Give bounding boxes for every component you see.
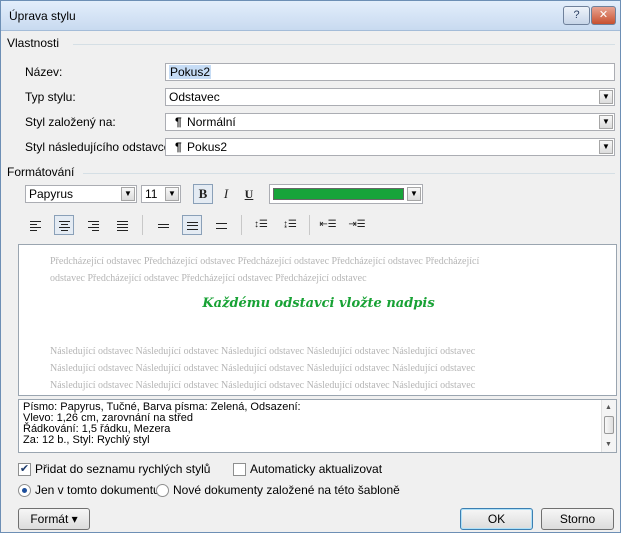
- preview-line: Následující odstavec Následující odstave…: [50, 346, 476, 357]
- align-justify-icon[interactable]: [112, 215, 132, 235]
- scroll-thumb[interactable]: [604, 416, 614, 434]
- preview-line: odstavec Předcházející odstavec Předcház…: [50, 273, 367, 284]
- font-size-value: 11: [145, 187, 158, 201]
- properties-divider: [73, 44, 615, 45]
- add-quick-styles-checkbox[interactable]: ✔: [18, 463, 31, 476]
- paragraph-mark-icon: ¶: [175, 115, 182, 129]
- chevron-down-icon[interactable]: ▼: [165, 187, 179, 201]
- new-documents-radio[interactable]: [156, 484, 169, 497]
- increase-indent-icon[interactable]: ⇥☰: [347, 215, 367, 235]
- style-preview: Předcházející odstavec Předcházející ods…: [18, 244, 617, 396]
- chevron-down-icon[interactable]: ▼: [407, 187, 421, 201]
- toolbar-separator: [309, 215, 310, 235]
- previous-paragraph-preview: Předcházející odstavec Předcházející ods…: [50, 253, 580, 287]
- chevron-down-icon[interactable]: ▼: [121, 187, 135, 201]
- only-this-document-label[interactable]: Jen v tomto dokumentu: [35, 483, 160, 497]
- sample-text: Každému odstavci vložte nadpis: [202, 296, 435, 311]
- font-select[interactable]: Papyrus ▼: [25, 185, 137, 203]
- align-left-icon[interactable]: [25, 215, 45, 235]
- add-quick-styles-label[interactable]: Přidat do seznamu rychlých stylů: [35, 462, 210, 476]
- cancel-button[interactable]: Storno: [541, 508, 614, 530]
- italic-button[interactable]: I: [216, 184, 236, 204]
- space-before-increase-icon[interactable]: ↕☰: [251, 215, 271, 235]
- preview-line: Následující odstavec Následující odstave…: [50, 363, 476, 374]
- preview-line: Předcházející odstavec Předcházející ods…: [50, 256, 480, 267]
- formatting-section-label: Formátování: [7, 165, 75, 179]
- align-center-icon[interactable]: [54, 215, 74, 235]
- spacing-one-half-icon[interactable]: [182, 215, 202, 235]
- check-icon: ✔: [19, 463, 30, 475]
- font-color-select[interactable]: ▼: [269, 184, 423, 204]
- spacing-single-icon[interactable]: [153, 215, 173, 235]
- font-value: Papyrus: [29, 187, 74, 201]
- style-type-label: Typ stylu:: [25, 90, 76, 104]
- align-right-icon[interactable]: [83, 215, 103, 235]
- space-before-decrease-icon[interactable]: ↨☰: [280, 215, 300, 235]
- format-menu-button[interactable]: Formát ▾: [18, 508, 90, 530]
- scroll-down-icon[interactable]: ▼: [605, 439, 612, 450]
- auto-update-checkbox[interactable]: [233, 463, 246, 476]
- auto-update-label[interactable]: Automaticky aktualizovat: [250, 462, 382, 476]
- scroll-up-icon[interactable]: ▲: [605, 402, 612, 413]
- based-on-select[interactable]: ¶ Normální ▼: [165, 113, 615, 131]
- preview-line: Následující odstavec Následující odstave…: [50, 380, 476, 391]
- paragraph-mark-icon: ¶: [175, 140, 182, 154]
- only-this-document-radio[interactable]: [18, 484, 31, 497]
- title-bar: Úprava stylu ? ✕: [1, 1, 620, 31]
- based-on-label: Styl založený na:: [25, 115, 116, 129]
- font-color-swatch: [273, 188, 404, 200]
- close-button[interactable]: ✕: [591, 6, 616, 25]
- dialog-title: Úprava stylu: [9, 9, 76, 23]
- modify-style-dialog: Úprava stylu ? ✕ Vlastnosti Název: Pokus…: [0, 0, 621, 533]
- next-paragraph-preview: Následující odstavec Následující odstave…: [50, 343, 580, 394]
- name-input-value: Pokus2: [169, 65, 212, 79]
- style-type-select[interactable]: Odstavec ▼: [165, 88, 615, 106]
- next-style-value: Pokus2: [187, 140, 228, 154]
- spacing-double-icon[interactable]: [211, 215, 231, 235]
- bold-button[interactable]: B: [193, 184, 213, 204]
- properties-section-label: Vlastnosti: [7, 36, 60, 50]
- description-scrollbar[interactable]: ▲ ▼: [601, 400, 616, 452]
- style-type-value: Odstavec: [169, 90, 220, 104]
- description-line: Za: 12 b., Styl: Rychlý styl: [23, 434, 150, 446]
- font-size-select[interactable]: 11 ▼: [141, 185, 181, 203]
- ok-button[interactable]: OK: [460, 508, 533, 530]
- toolbar-separator: [142, 215, 143, 235]
- decrease-indent-icon[interactable]: ⇤☰: [318, 215, 338, 235]
- underline-button[interactable]: U: [239, 184, 259, 204]
- chevron-down-icon[interactable]: ▼: [599, 140, 613, 154]
- chevron-down-icon[interactable]: ▼: [599, 90, 613, 104]
- help-button[interactable]: ?: [563, 6, 590, 25]
- next-style-label: Styl následujícího odstavce:: [25, 140, 174, 154]
- next-style-select[interactable]: ¶ Pokus2 ▼: [165, 138, 615, 156]
- new-documents-label[interactable]: Nové dokumenty založené na této šabloně: [173, 483, 400, 497]
- based-on-value: Normální: [187, 115, 236, 129]
- style-description: Písmo: Papyrus, Tučné, Barva písma: Zele…: [18, 399, 617, 453]
- name-label: Název:: [25, 65, 63, 79]
- chevron-down-icon[interactable]: ▼: [599, 115, 613, 129]
- toolbar-separator: [241, 215, 242, 235]
- name-input[interactable]: Pokus2: [165, 63, 615, 81]
- formatting-divider: [83, 173, 615, 174]
